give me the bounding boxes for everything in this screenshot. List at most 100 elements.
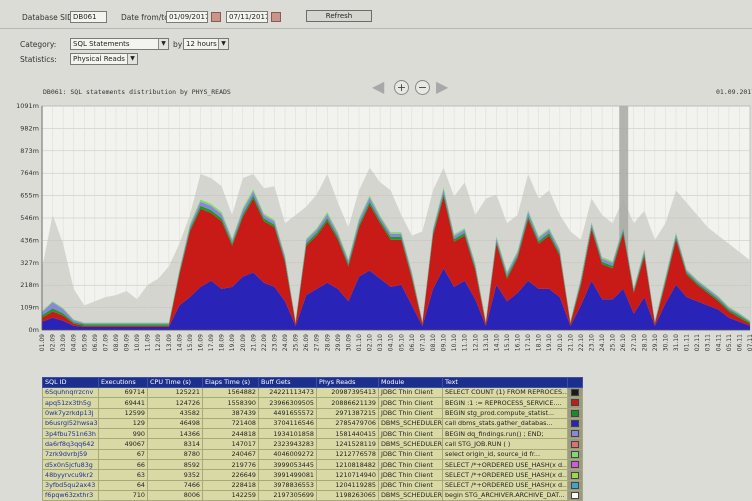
x-tick-label: 15.09 xyxy=(187,334,194,351)
cell-executions: 129 xyxy=(98,417,148,430)
y-tick-label: 218m xyxy=(20,281,39,289)
cell-series-color xyxy=(567,386,583,399)
cell-sql-id[interactable]: b6usrgl52hwsa3 xyxy=(42,417,99,430)
cell-buff: 2323943283 xyxy=(258,438,317,450)
x-tick-label: 24.09 xyxy=(282,334,289,351)
date-to-input[interactable]: 07/11/2017 xyxy=(226,11,268,23)
x-tick-label: 30.09 xyxy=(345,334,352,351)
column-header-3[interactable]: Elaps Time (s) xyxy=(202,377,259,388)
cell-executions: 63 xyxy=(98,469,148,481)
cell-module: JDBC Thin Client xyxy=(378,459,443,471)
x-tick-label: 06.10 xyxy=(409,334,416,351)
table-row[interactable]: 7zrk9dvrbj59 67 8780 240467 4046009272 121277… xyxy=(42,448,583,461)
cell-phys: 1581440415 xyxy=(316,428,379,440)
table-row[interactable]: apq51zx3th5g 69441 124726 1558390 2396630950… xyxy=(42,397,583,409)
x-tick-label: 07.11 xyxy=(747,334,752,351)
by-label: by xyxy=(173,40,183,49)
x-tick-label: 21.09 xyxy=(250,334,257,351)
cell-module: DBMS_SCHEDULER xyxy=(378,417,443,430)
x-tick-label: 22.10 xyxy=(578,334,585,351)
x-tick-label: 10.10 xyxy=(451,334,458,351)
refresh-button[interactable]: Refresh xyxy=(306,10,372,22)
cell-sql-id[interactable]: 0wk7yzrkdp13j xyxy=(42,407,99,419)
category-select[interactable]: SQL Statements ▼ xyxy=(70,38,169,50)
cell-cpu: 8780 xyxy=(147,448,203,461)
cell-sql-id[interactable]: d5x0n5jcfu83g xyxy=(42,459,99,471)
table-row[interactable]: 3p4fbu751n63h 990 14366 244818 1934101858 158… xyxy=(42,428,583,440)
cell-sql-id[interactable]: 3yfbd5qu2ax43 xyxy=(42,479,99,491)
y-tick-label: 327m xyxy=(20,259,39,267)
cell-module: DBMS_SCHEDULER xyxy=(378,489,443,501)
table-row[interactable]: 6Squhnqrrzcnv 69714 125221 1564882 242211134… xyxy=(42,386,583,399)
cell-series-color xyxy=(567,489,583,501)
x-tick-label: 28.09 xyxy=(324,334,331,351)
y-tick-label: 873m xyxy=(20,147,39,155)
chevron-down-icon: ▼ xyxy=(158,39,168,49)
x-tick-label: 12.10 xyxy=(472,334,479,351)
cell-module: JDBC Thin Client xyxy=(378,386,443,399)
cell-sql-id[interactable]: 6Squhnqrrzcnv xyxy=(42,386,99,399)
cell-sql-id[interactable]: f6pqw63zxthr3 xyxy=(42,489,99,501)
table-row[interactable]: b6usrgl52hwsa3 129 46498 721408 3704116546 27… xyxy=(42,417,583,430)
y-tick-label: 109m xyxy=(20,304,39,312)
cell-sql-id[interactable]: 3p4fbu751n63h xyxy=(42,428,99,440)
cell-text: BEGIN stg_prod.compute_statist... xyxy=(442,407,568,419)
table-row[interactable]: da6rf8q3qq642 49067 8314 147017 2323943283 12… xyxy=(42,438,583,450)
cell-executions: 49067 xyxy=(98,438,148,450)
calendar-from-icon[interactable] xyxy=(211,12,221,22)
x-tick-label: 26.09 xyxy=(303,334,310,351)
x-tick-label: 20.10 xyxy=(557,334,564,351)
cell-sql-id[interactable]: 48byyrvcu9kr2 xyxy=(42,469,99,481)
cell-sql-id[interactable]: da6rf8q3qq642 xyxy=(42,438,99,450)
x-tick-label: 01.09 xyxy=(39,334,46,351)
statistics-select[interactable]: Physical Reads ▼ xyxy=(70,53,138,65)
x-tick-label: 24.10 xyxy=(599,334,606,351)
table-row[interactable]: 48byyrvcu9kr2 63 9352 226649 3991499081 12107… xyxy=(42,469,583,481)
column-header-4[interactable]: Buff Gets xyxy=(258,377,317,388)
column-header-0[interactable]: SQL ID xyxy=(42,377,99,388)
series-color-swatch xyxy=(571,430,579,438)
cell-sql-id[interactable]: 7zrk9dvrbj59 xyxy=(42,448,99,461)
column-header-5[interactable]: Phys Reads xyxy=(316,377,379,388)
cell-sql-id[interactable]: apq51zx3th5g xyxy=(42,397,99,409)
x-tick-label: 03.10 xyxy=(377,334,384,351)
x-tick-label: 19.10 xyxy=(546,334,553,351)
cell-text: BEGIN dq_findings.run() ; END; xyxy=(442,428,568,440)
table-row[interactable]: 3yfbd5qu2ax43 64 7466 228418 3978836553 12041… xyxy=(42,479,583,491)
category-label: Category: xyxy=(20,40,57,49)
cell-cpu: 8314 xyxy=(147,438,203,450)
y-tick-label: 0m xyxy=(29,326,39,334)
x-tick-label: 05.09 xyxy=(81,334,88,351)
interval-value: 12 hours xyxy=(186,40,217,48)
column-header-7[interactable]: Text xyxy=(442,377,568,388)
x-tick-label: 29.09 xyxy=(335,334,342,351)
column-header-2[interactable]: CPU Time (s) xyxy=(147,377,203,388)
interval-select[interactable]: 12 hours ▼ xyxy=(183,38,229,50)
column-header-6[interactable]: Module xyxy=(378,377,443,388)
cell-elaps: 721408 xyxy=(202,417,259,430)
x-tick-label: 06.09 xyxy=(92,334,99,351)
table-row[interactable]: d5x0n5jcfu83g 66 8592 219776 3999053445 12108… xyxy=(42,459,583,471)
x-tick-label: 13.09 xyxy=(166,334,173,351)
cell-series-color xyxy=(567,407,583,419)
column-header-1[interactable]: Executions xyxy=(98,377,148,388)
date-from-input[interactable]: 01/09/2017 xyxy=(166,11,208,23)
x-tick-label: 04.10 xyxy=(388,334,395,351)
cell-phys: 20886621139 xyxy=(316,397,379,409)
cell-series-color xyxy=(567,448,583,461)
x-tick-label: 19.09 xyxy=(229,334,236,351)
statistics-label: Statistics: xyxy=(20,55,57,64)
cell-cpu: 14366 xyxy=(147,428,203,440)
calendar-to-icon[interactable] xyxy=(271,12,281,22)
x-tick-label: 31.10 xyxy=(673,334,680,351)
cell-elaps: 387439 xyxy=(202,407,259,419)
x-tick-label: 26.10 xyxy=(620,334,627,351)
table-row[interactable]: f6pqw63zxthr3 710 8006 142259 2197305699 1198… xyxy=(42,489,583,501)
sid-input[interactable]: DB061 xyxy=(70,11,107,23)
cell-buff: 3999053445 xyxy=(258,459,317,471)
column-header-8[interactable] xyxy=(567,377,583,388)
table-header-row: SQL ID Executions CPU Time (s) Elaps Time (… xyxy=(42,377,583,388)
cell-cpu: 7466 xyxy=(147,479,203,491)
table-row[interactable]: 0wk7yzrkdp13j 12599 43582 387439 4491655572 2… xyxy=(42,407,583,419)
cell-elaps: 244818 xyxy=(202,428,259,440)
